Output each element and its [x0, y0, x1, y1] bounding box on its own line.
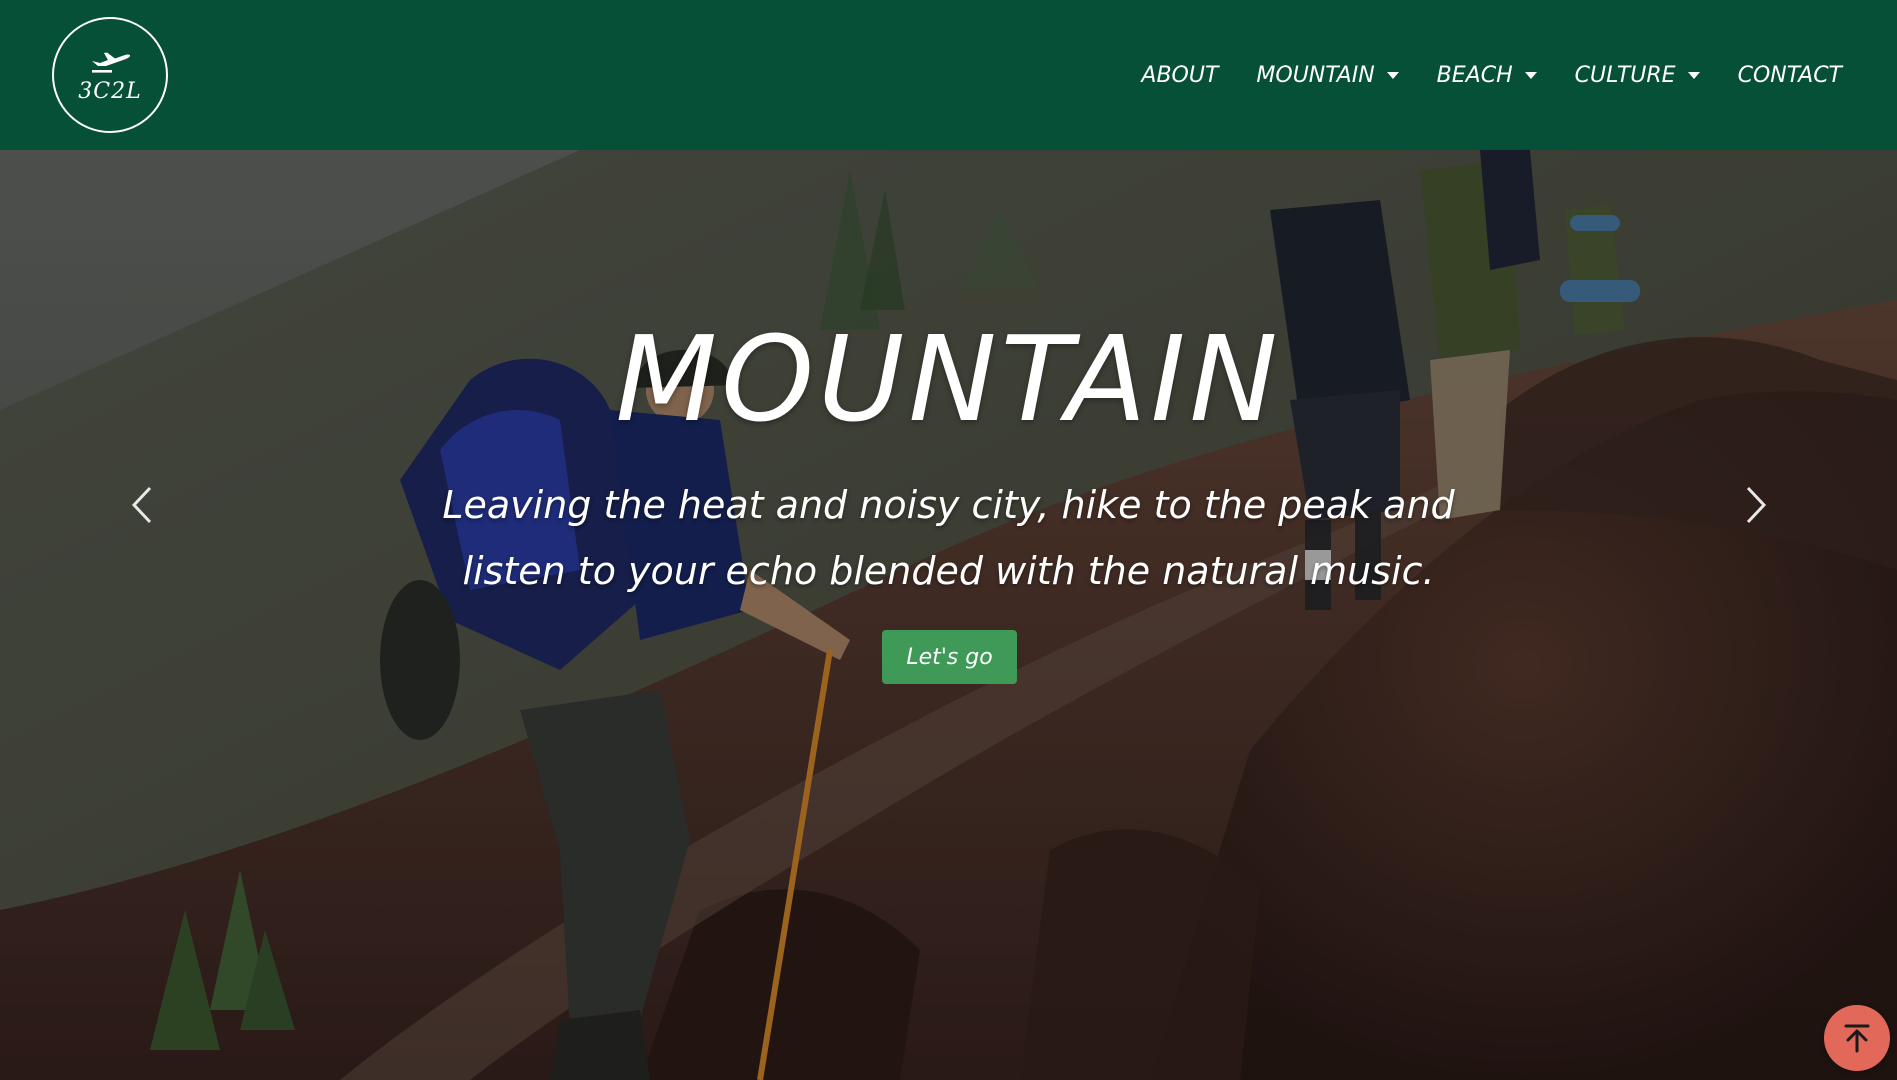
caret-down-icon: [1687, 71, 1700, 79]
nav-item-label: MOUNTAIN: [1256, 62, 1375, 88]
hero-title: MOUNTAIN: [615, 310, 1282, 448]
hero-subtitle: Leaving the heat and noisy city, hike to…: [442, 483, 1455, 593]
main-nav: ABOUT MOUNTAIN BEACH CULTURE CONTACT: [1122, 63, 1842, 88]
chevron-right-icon: [1746, 486, 1767, 524]
nav-item-label: CONTACT: [1737, 62, 1842, 88]
carousel-next-button[interactable]: [1726, 475, 1786, 535]
nav-item-mountain[interactable]: MOUNTAIN: [1237, 63, 1417, 88]
nav-item-label: BEACH: [1436, 62, 1513, 88]
lets-go-button[interactable]: Let's go: [882, 630, 1017, 684]
navbar: 3C2L ABOUT MOUNTAIN BEACH CULTURE CONTAC…: [0, 0, 1897, 150]
brand-text: 3C2L: [78, 78, 142, 104]
nav-item-label: CULTURE: [1574, 62, 1676, 88]
caret-down-icon: [1524, 71, 1537, 79]
caret-down-icon: [1386, 71, 1399, 79]
hero-carousel: MOUNTAIN Leaving the heat and noisy city…: [0, 150, 1897, 1080]
hero-caption: MOUNTAIN Leaving the heat and noisy city…: [0, 150, 1897, 1080]
brand-logo[interactable]: 3C2L: [52, 17, 168, 133]
nav-item-culture[interactable]: CULTURE: [1556, 63, 1719, 88]
nav-item-about[interactable]: ABOUT: [1122, 63, 1237, 88]
carousel-prev-button[interactable]: [112, 475, 172, 535]
airplane-icon: [92, 52, 131, 73]
arrow-up-to-top-icon: [1844, 1024, 1870, 1053]
nav-item-label: ABOUT: [1141, 62, 1219, 88]
scroll-to-top-button[interactable]: [1824, 1005, 1890, 1071]
nav-item-contact[interactable]: CONTACT: [1719, 63, 1842, 88]
chevron-left-icon: [131, 486, 152, 524]
nav-item-beach[interactable]: BEACH: [1418, 63, 1556, 88]
